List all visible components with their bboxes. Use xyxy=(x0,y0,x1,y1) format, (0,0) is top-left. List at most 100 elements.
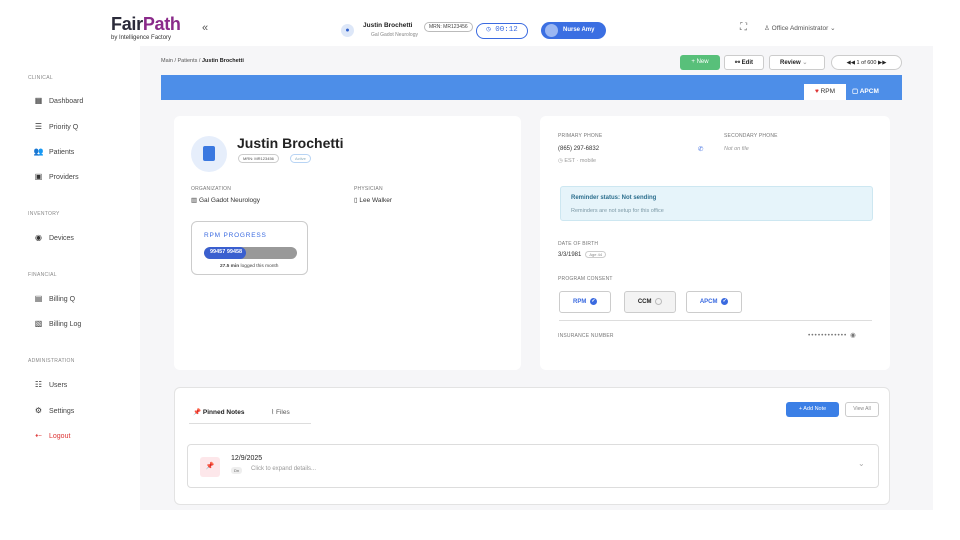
logo-fair: Fair xyxy=(111,14,143,34)
dashboard-icon: ▦ xyxy=(34,96,43,105)
tab-files[interactable]: ⌇ Files xyxy=(271,408,290,416)
chevron-down-icon[interactable]: ⌄ xyxy=(858,459,865,468)
fullscreen-icon[interactable]: ⛶ xyxy=(740,22,747,33)
tab-apcm[interactable]: ▢ APCM xyxy=(852,87,879,95)
nurse-name: Nurse Amy xyxy=(563,27,595,33)
consent-ccm[interactable]: CCM xyxy=(624,291,676,313)
clock-icon: ◷ xyxy=(558,158,563,164)
physician-value: ▯ Lee Walker xyxy=(354,196,392,204)
phone-call-icon[interactable]: ✆ xyxy=(698,145,703,153)
primary-phone-value: (865) 297-6832 xyxy=(558,146,600,152)
edit-button[interactable]: ⚯ Edit xyxy=(724,55,764,70)
divider xyxy=(559,320,872,321)
sidebar-item-label: Billing Log xyxy=(49,321,82,328)
physician-label: PHYSICIAN xyxy=(354,186,383,192)
consent-apcm[interactable]: APCM ✓ xyxy=(686,291,742,313)
rpm-progress-card: RPM PROGRESS 99457 99458 27.5 min logged… xyxy=(191,221,308,275)
billing-icon: ▤ xyxy=(34,294,43,303)
user-icon: ♙ xyxy=(764,25,770,32)
section-clinical: CLINICAL xyxy=(28,75,53,81)
consent-rpm[interactable]: RPM ✓ xyxy=(559,291,611,313)
device-icon: ◉ xyxy=(35,233,42,242)
header-patient-name: Justin Brochetti xyxy=(363,22,413,29)
tab-rpm[interactable]: ♥ RPM xyxy=(804,84,846,100)
logo-path: Path xyxy=(142,14,181,34)
sidebar-item-label: Dashboard xyxy=(49,98,84,105)
nurse-avatar xyxy=(545,24,558,37)
patient-pager[interactable]: ◀◀ 1 of 600 ▶▶ xyxy=(831,55,902,70)
eye-icon[interactable]: ◉ xyxy=(850,332,857,339)
header-mrn-badge: MRN: MR123456 xyxy=(424,22,473,32)
new-button[interactable]: + New xyxy=(680,55,720,70)
pin-icon: 📌 xyxy=(200,457,220,477)
secondary-phone-value: Not on file xyxy=(724,146,749,152)
fairpath-logo[interactable]: FairPath by Intelligence Factory xyxy=(111,15,181,41)
sidebar-item-devices[interactable]: ◉ Devices xyxy=(33,233,74,242)
review-dropdown[interactable]: Review ⌄ xyxy=(769,55,825,70)
pager-label: 1 of 600 xyxy=(856,60,877,66)
sidebar-item-users[interactable]: ☷ Users xyxy=(33,380,67,389)
nurse-selector-button[interactable]: Nurse Amy xyxy=(541,22,606,39)
next-icon[interactable]: ▶▶ xyxy=(878,60,886,66)
section-administration: ADMINISTRATION xyxy=(28,358,75,364)
new-label: New xyxy=(696,59,709,65)
breadcrumb-current: Justin Brochetti xyxy=(201,58,244,64)
tab-pinned-notes[interactable]: 📌 Pinned Notes xyxy=(193,408,244,416)
insurance-value: •••••••••••• ◉ xyxy=(808,331,857,339)
sidebar-item-billing-q[interactable]: ▤ Billing Q xyxy=(33,294,75,303)
add-note-button[interactable]: + Add Note xyxy=(786,402,839,417)
sidebar-item-priority-q[interactable]: ☰ Priority Q xyxy=(33,122,78,131)
notes-tabs: 📌 Pinned Notes ⌇ Files xyxy=(189,404,311,424)
list-item[interactable]: 📌 12/9/2025 Dn Click to expand details..… xyxy=(187,444,879,488)
breadcrumb-patients[interactable]: Patients xyxy=(178,58,198,64)
secondary-phone-label: SECONDARY PHONE xyxy=(724,133,778,139)
patient-profile-card: Justin Brochetti MRN: MR123456 Active OR… xyxy=(174,116,521,370)
consent-apcm-label: APCM xyxy=(699,299,718,305)
sidebar-item-logout[interactable]: ⇠ Logout xyxy=(33,431,70,440)
consent-label: PROGRAM CONSENT xyxy=(558,276,613,282)
paperclip-icon: ⌇ xyxy=(271,409,275,416)
phone-type: mobile xyxy=(579,158,597,164)
breadcrumb-main[interactable]: Main xyxy=(161,58,173,64)
patient-clipboard-icon xyxy=(191,136,227,172)
sidebar-item-label: Priority Q xyxy=(49,124,79,131)
chevron-down-icon: ⌄ xyxy=(830,25,836,32)
sidebar-item-dashboard[interactable]: ▦ Dashboard xyxy=(33,96,84,105)
header-patient-org: Gal Gadot Neurology xyxy=(371,32,418,38)
main-content: Main / Patients / Justin Brochetti + New… xyxy=(140,46,933,510)
timer-value: 00:12 xyxy=(495,26,518,34)
organization-label: ORGANIZATION xyxy=(191,186,232,192)
sidebar-item-label: Patients xyxy=(49,149,75,156)
session-timer[interactable]: ◷ 00:12 xyxy=(476,23,528,39)
sidebar-item-providers[interactable]: ▣ Providers xyxy=(33,172,79,181)
sidebar-item-label: Settings xyxy=(49,408,75,415)
dob-value: 3/3/1981 Age 44 xyxy=(558,251,607,258)
sidebar-item-label: Devices xyxy=(49,235,74,242)
prev-icon[interactable]: ◀◀ xyxy=(847,60,855,66)
rpm-logged-label: logged this month xyxy=(240,264,279,269)
add-note-label: Add Note xyxy=(803,406,827,412)
sidebar-item-label: Providers xyxy=(49,174,79,181)
rpm-progress-title: RPM PROGRESS xyxy=(204,232,267,239)
note-tag: Dn xyxy=(231,467,243,474)
logo-subtitle: by Intelligence Factory xyxy=(111,35,172,41)
age-badge: Age 44 xyxy=(585,251,607,258)
organization-name: Gal Gadot Neurology xyxy=(198,197,261,204)
sidebar: CLINICAL ▦ Dashboard ☰ Priority Q 👥 Patient… xyxy=(0,46,140,540)
phone-meta: ◷ EST · mobile xyxy=(558,158,597,164)
check-icon: ✓ xyxy=(590,297,597,305)
clock-icon: ◷ xyxy=(486,26,491,34)
unchecked-icon xyxy=(655,297,663,305)
sidebar-item-billing-log[interactable]: ▧ Billing Log xyxy=(33,319,82,328)
sidebar-item-settings[interactable]: ⚙ Settings xyxy=(33,406,74,415)
patient-mrn-badge: MRN: MR123456 xyxy=(238,154,279,163)
view-all-button[interactable]: View All xyxy=(845,402,879,417)
collapse-sidebar-button[interactable]: « xyxy=(202,22,208,34)
tab-files-label: Files xyxy=(276,409,290,416)
sidebar-item-patients[interactable]: 👥 Patients xyxy=(33,147,75,156)
reminder-status-alert: Reminder status: Not sending Reminders a… xyxy=(560,186,873,221)
edit-icon: ⚯ xyxy=(734,60,740,66)
apcm-icon: ▢ xyxy=(852,88,859,95)
logout-icon: ⇠ xyxy=(35,431,42,440)
user-menu[interactable]: ♙ Office Administrator ⌄ xyxy=(764,24,836,32)
